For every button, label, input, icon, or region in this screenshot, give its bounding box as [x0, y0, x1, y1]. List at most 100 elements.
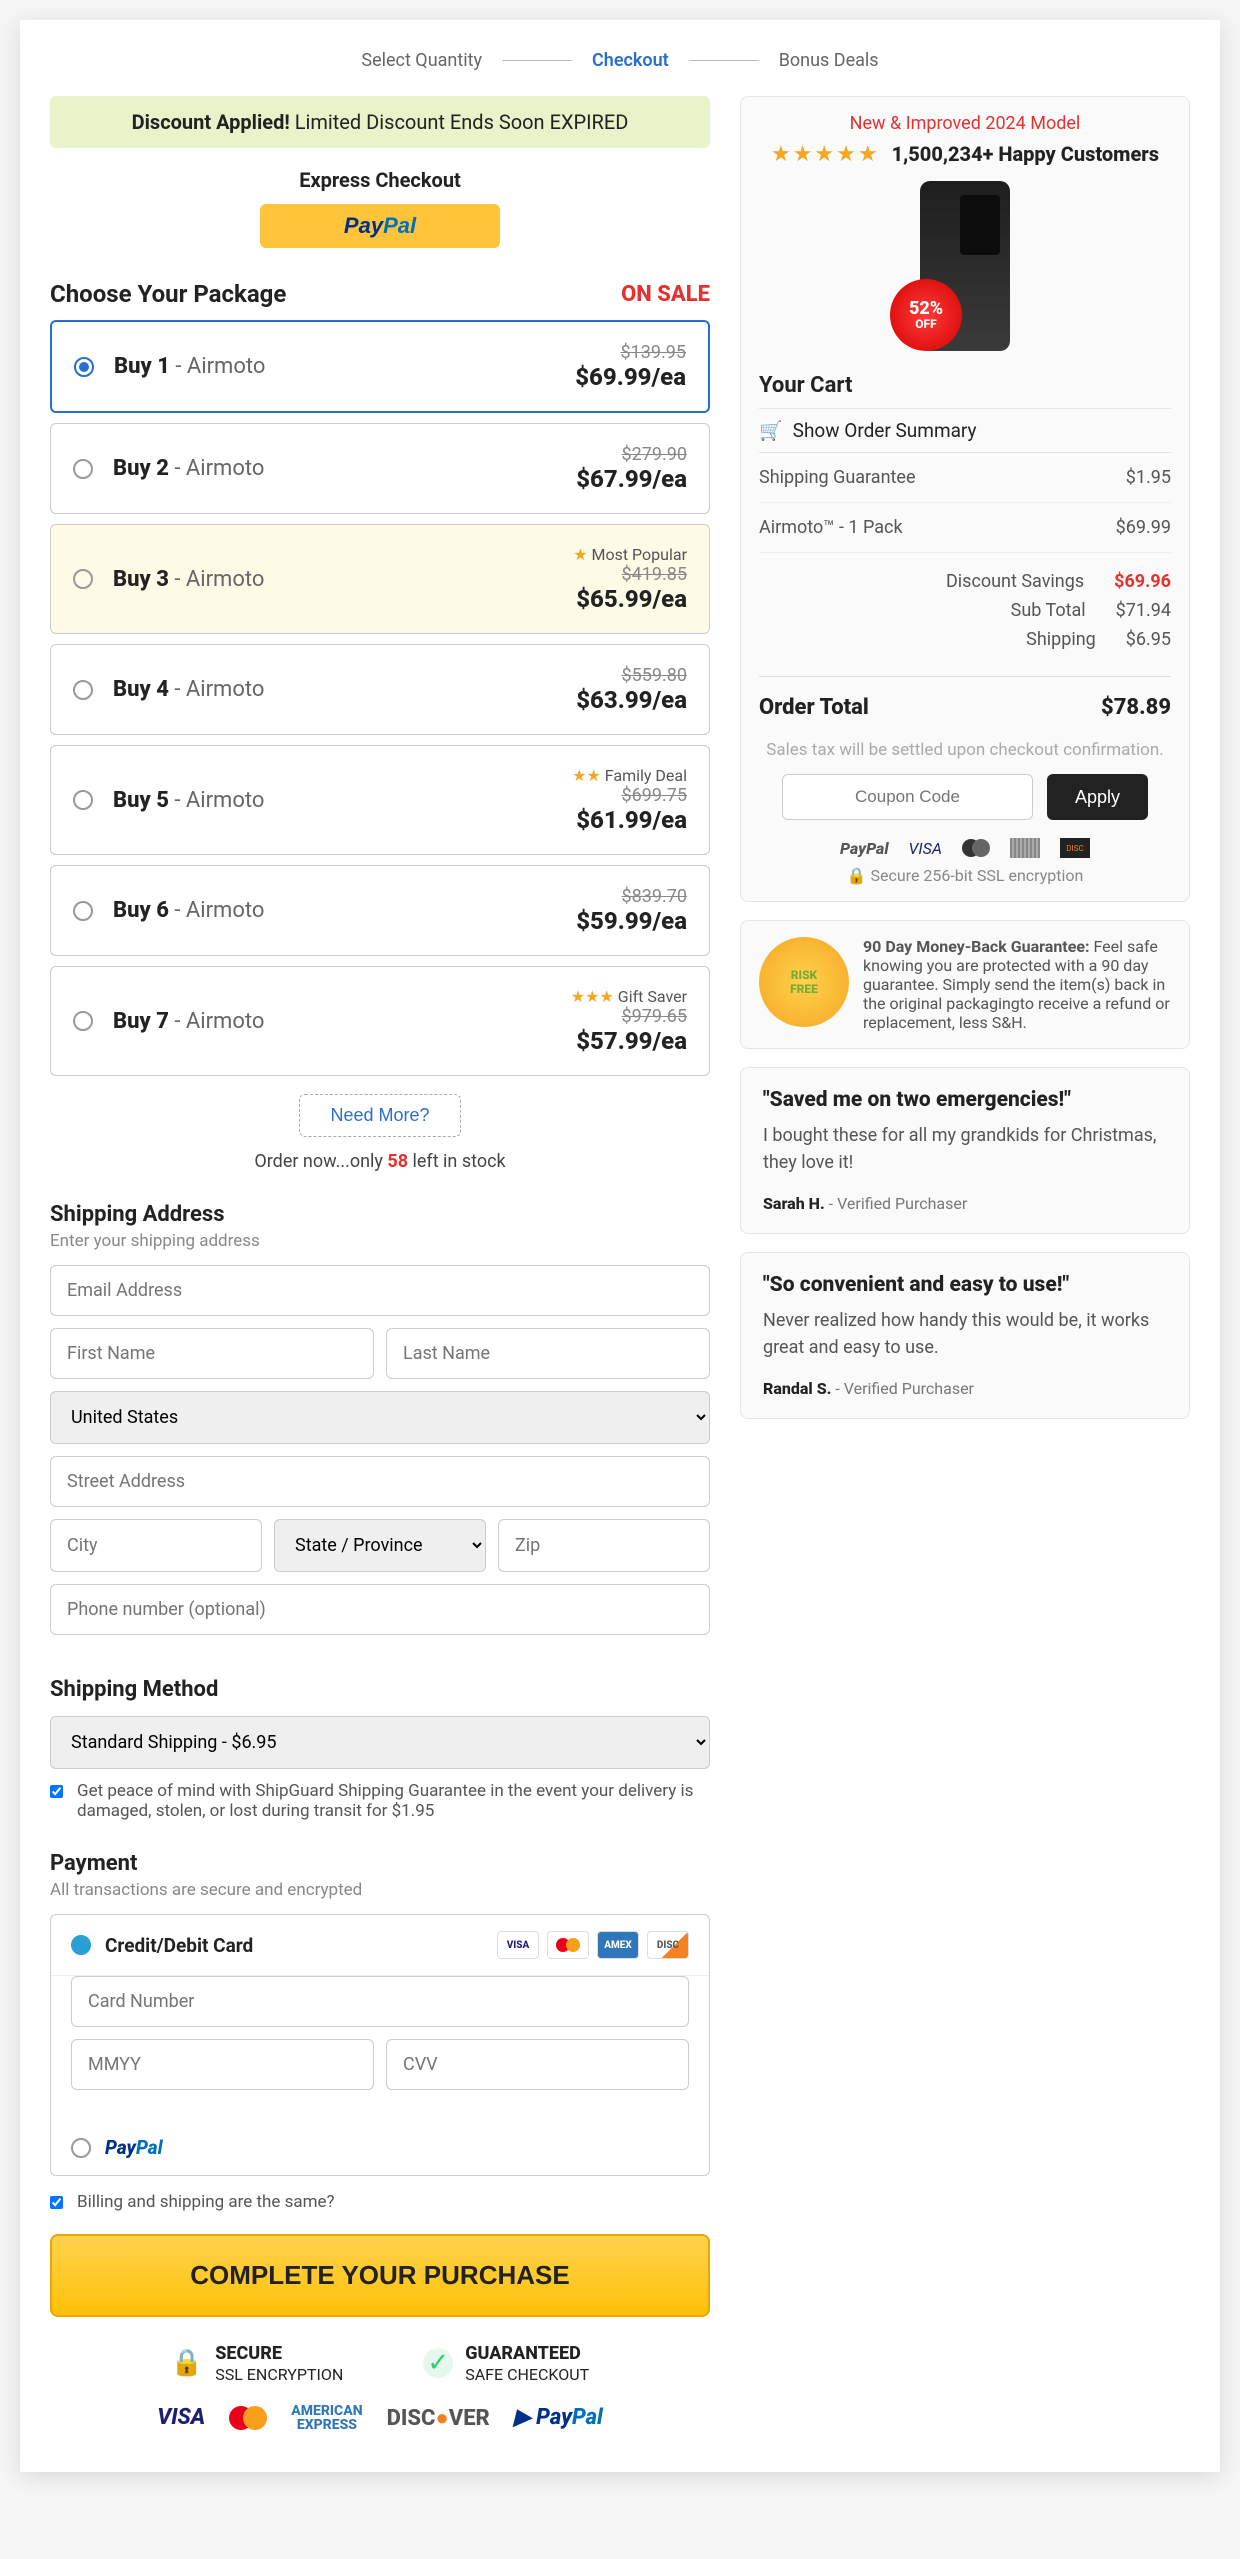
email-field[interactable] [50, 1265, 710, 1316]
package-price: $65.99/ea [573, 585, 687, 613]
state-select[interactable]: State / Province [274, 1519, 486, 1572]
amex-icon: AMERICANEXPRESS [291, 2404, 362, 2432]
amex-icon [1010, 838, 1040, 858]
city-field[interactable] [50, 1519, 262, 1572]
testimonial-body: I bought these for all my grandkids for … [763, 1122, 1167, 1176]
package-option-3[interactable]: Buy 3 - Airmoto★ Most Popular$419.85$65.… [50, 524, 710, 634]
country-select[interactable]: United States [50, 1391, 710, 1444]
package-price: $59.99/ea [576, 907, 687, 935]
discount-value: $69.96 [1114, 571, 1171, 592]
banner-strong: Discount Applied! [132, 110, 290, 134]
billing-same-checkbox[interactable] [50, 2196, 63, 2209]
cart-icon: 🛒 [759, 419, 783, 442]
paypal-icon: ▶ PayPal [514, 2405, 603, 2430]
pay-option-paypal[interactable]: PayPal [51, 2120, 709, 2175]
pay-option-card[interactable]: Credit/Debit Card VISA AMEX DISC [51, 1915, 709, 1976]
lock-icon: 🔒 [171, 2348, 203, 2378]
package-price: $61.99/ea [572, 806, 687, 834]
package-badge: ★ Most Popular [573, 545, 687, 564]
billing-same-row[interactable]: Billing and shipping are the same? [50, 2192, 710, 2212]
cart-title: Your Cart [759, 373, 1171, 398]
step-1: Select Quantity [361, 50, 482, 71]
mastercard-icon [547, 1931, 589, 1959]
radio-icon [73, 901, 93, 921]
radio-icon [71, 1935, 91, 1955]
star-icon: ★ [573, 545, 587, 564]
payment-sub: All transactions are secure and encrypte… [50, 1880, 710, 1900]
banner-timer: EXPIRED [550, 110, 629, 134]
package-name: Buy 6 - Airmoto [113, 898, 264, 923]
stock-notice: Order now...only 58 left in stock [50, 1151, 710, 1172]
trust-guaranteed: ✓ GUARANTEEDSAFE CHECKOUT [423, 2343, 589, 2384]
discount-label: Discount Savings [946, 571, 1084, 592]
package-name: Buy 2 - Airmoto [113, 456, 264, 481]
testimonial-quote: "So convenient and easy to use!" [763, 1273, 1167, 1297]
package-price: $67.99/ea [576, 465, 687, 493]
need-more-button[interactable]: Need More? [299, 1094, 460, 1137]
package-price: $69.99/ea [575, 363, 686, 391]
discover-icon: DISC [647, 1931, 689, 1959]
method-title: Shipping Method [50, 1677, 710, 1702]
trust-secure: 🔒 SECURESSL ENCRYPTION [171, 2343, 343, 2384]
step-sep [502, 60, 572, 61]
coupon-input[interactable] [782, 774, 1033, 820]
express-title: Express Checkout [50, 168, 710, 192]
visa-icon: VISA [909, 839, 942, 858]
first-name-field[interactable] [50, 1328, 374, 1379]
testimonial: "Saved me on two emergencies!"I bought t… [740, 1067, 1190, 1234]
billing-same-text: Billing and shipping are the same? [77, 2192, 335, 2212]
package-name: Buy 5 - Airmoto [113, 788, 264, 813]
shipping-method-select[interactable]: Standard Shipping - $6.95 [50, 1716, 710, 1769]
order-total-label: Order Total [759, 695, 869, 720]
discount-banner: Discount Applied! Limited Discount Ends … [50, 96, 710, 148]
mastercard-icon [229, 2406, 267, 2430]
package-option-5[interactable]: Buy 5 - Airmoto ★★ Family Deal$699.75$61.… [50, 745, 710, 855]
card-number-field[interactable] [71, 1976, 689, 2027]
last-name-field[interactable] [386, 1328, 710, 1379]
shipguard-checkbox[interactable] [50, 1785, 63, 1798]
star-rating: ★★★★★ [771, 142, 880, 167]
package-option-4[interactable]: Buy 4 - Airmoto$559.80$63.99/ea [50, 644, 710, 735]
testimonial-name: Sarah H. [763, 1194, 825, 1213]
cart-line-value: $1.95 [1126, 467, 1171, 488]
package-option-1[interactable]: Buy 1 - Airmoto$139.95$69.99/ea [50, 320, 710, 413]
discount-badge: 52%OFF [890, 279, 962, 351]
package-option-7[interactable]: Buy 7 - Airmoto★★★ Gift Saver$979.65$57.… [50, 966, 710, 1076]
paypal-express-button[interactable]: PayPal [260, 204, 500, 248]
discover-icon: DISC●VER [387, 2405, 490, 2431]
card-exp-field[interactable] [71, 2039, 374, 2090]
package-name: Buy 7 - Airmoto [113, 1009, 264, 1034]
payment-title: Payment [50, 1851, 710, 1876]
shipping-title: Shipping Address [50, 1202, 710, 1227]
banner-text: Limited Discount Ends Soon [290, 110, 550, 134]
tax-note: Sales tax will be settled upon checkout … [759, 740, 1171, 760]
shield-check-icon: ✓ [423, 2348, 453, 2378]
street-field[interactable] [50, 1456, 710, 1507]
cart-line: Airmoto™ - 1 Pack$69.99 [759, 503, 1171, 553]
package-name: Buy 3 - Airmoto [113, 567, 264, 592]
step-sep [689, 60, 759, 61]
package-old-price: $139.95 [575, 342, 686, 363]
cart-line: Shipping Guarantee$1.95 [759, 453, 1171, 503]
show-summary-button[interactable]: 🛒 Show Order Summary [759, 408, 1171, 453]
apply-button[interactable]: Apply [1047, 774, 1148, 820]
package-option-6[interactable]: Buy 6 - Airmoto$839.70$59.99/ea [50, 865, 710, 956]
step-3: Bonus Deals [779, 50, 879, 71]
testimonial-suffix: - Verified Purchaser [825, 1194, 968, 1213]
card-cvv-field[interactable] [386, 2039, 689, 2090]
package-old-price: $979.65 [571, 1006, 687, 1027]
complete-button[interactable]: COMPLETE YOUR PURCHASE [50, 2234, 710, 2317]
step-2: Checkout [592, 50, 669, 71]
onsale-badge: ON SALE [621, 282, 710, 307]
package-price: $57.99/ea [571, 1027, 687, 1055]
package-old-price: $699.75 [572, 785, 687, 806]
zip-field[interactable] [498, 1519, 710, 1572]
shipguard-row[interactable]: Get peace of mind with ShipGuard Shippin… [50, 1781, 710, 1821]
mastercard-icon [962, 839, 990, 857]
subtotal-label: Sub Total [1011, 600, 1086, 621]
package-badge: ★★ Family Deal [572, 766, 687, 785]
phone-field[interactable] [50, 1584, 710, 1635]
radio-icon [71, 2138, 91, 2158]
package-option-2[interactable]: Buy 2 - Airmoto$279.90$67.99/ea [50, 423, 710, 514]
new-model: New & Improved 2024 Model [759, 113, 1171, 134]
